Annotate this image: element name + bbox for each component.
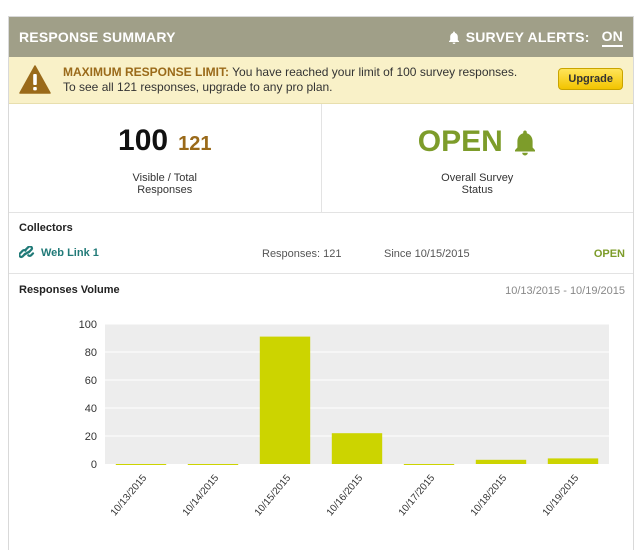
upgrade-button[interactable]: Upgrade [558, 68, 623, 90]
panel-title: RESPONSE SUMMARY [19, 29, 176, 45]
summary-stats: 100 121 Visible / Total Responses OPEN O… [9, 104, 633, 213]
total-responses-count: 121 [178, 133, 212, 155]
survey-alerts-label: SURVEY ALERTS: [465, 29, 590, 45]
chart-bar [547, 458, 599, 464]
y-tick-label: 0 [91, 459, 97, 471]
y-tick-label: 100 [79, 319, 97, 331]
x-tick-label: 10/16/2015 [325, 473, 366, 519]
collector-row: Web Link 1 Responses: 121 Since 10/15/20… [19, 246, 625, 264]
y-tick-label: 20 [85, 431, 97, 443]
x-tick-label: 10/14/2015 [181, 473, 222, 519]
collector-status: OPEN [593, 248, 625, 260]
status-label-line-2: Status [461, 184, 493, 196]
warning-line-1: You have reached your limit of 100 surve… [232, 65, 518, 79]
chart-bar [403, 464, 455, 465]
y-tick-label: 60 [85, 375, 97, 387]
bell-icon [448, 31, 459, 44]
warning-message: MAXIMUM RESPONSE LIMIT: You have reached… [63, 65, 517, 95]
y-tick-label: 80 [85, 347, 97, 359]
chart-bar [331, 433, 383, 464]
collectors-section: Collectors Web Link 1 Responses: 121 Sin… [9, 213, 633, 274]
chart-bar [259, 336, 311, 464]
chart-bar [187, 464, 239, 465]
responses-label-line-1: Visible / Total [132, 172, 197, 184]
visible-responses-count: 100 [118, 124, 169, 157]
warning-title: MAXIMUM RESPONSE LIMIT: [63, 65, 230, 79]
x-tick-label: 10/13/2015 [109, 473, 150, 519]
response-limit-warning: MAXIMUM RESPONSE LIMIT: You have reached… [9, 57, 633, 104]
warning-line-2: To see all 121 responses, upgrade to any… [63, 80, 333, 94]
status-label: Overall Survey Status [322, 172, 634, 196]
x-tick-label: 10/18/2015 [469, 473, 510, 519]
x-tick-label: 10/15/2015 [253, 473, 294, 519]
responses-label-line-2: Responses [137, 184, 193, 196]
survey-alerts: SURVEY ALERTS: ON [448, 28, 623, 47]
panel-header: RESPONSE SUMMARY SURVEY ALERTS: ON [9, 17, 633, 57]
responses-volume-chart: 0 20 40 60 80 100 10/13/2015 10/14/2015 10/15/20… [79, 319, 609, 519]
responses-stat: 100 121 Visible / Total Responses [9, 104, 321, 212]
bell-icon [514, 130, 535, 155]
responses-volume-section: Responses Volume 10/13/2015 - 10/19/2015… [9, 274, 633, 554]
survey-alerts-toggle[interactable]: ON [601, 28, 623, 47]
collector-link[interactable]: Web Link 1 [19, 246, 99, 260]
collectors-title: Collectors [19, 222, 73, 234]
status-label-line-1: Overall Survey [441, 172, 514, 184]
link-icon [19, 246, 35, 258]
collector-since: Since 10/15/2015 [384, 248, 470, 260]
collector-responses: Responses: 121 [262, 248, 342, 260]
chart-bar [475, 459, 527, 464]
response-summary-panel: RESPONSE SUMMARY SURVEY ALERTS: ON MAXIM… [8, 16, 634, 550]
warning-icon [19, 65, 51, 94]
survey-status-value: OPEN [417, 125, 503, 158]
survey-status-stat: OPEN Overall Survey Status [320, 104, 634, 212]
x-tick-label: 10/17/2015 [397, 473, 438, 519]
responses-label: Visible / Total Responses [9, 172, 321, 196]
collector-name: Web Link 1 [41, 247, 99, 259]
x-tick-label: 10/19/2015 [541, 473, 582, 519]
y-tick-label: 40 [85, 403, 97, 415]
chart-bar [115, 464, 167, 465]
